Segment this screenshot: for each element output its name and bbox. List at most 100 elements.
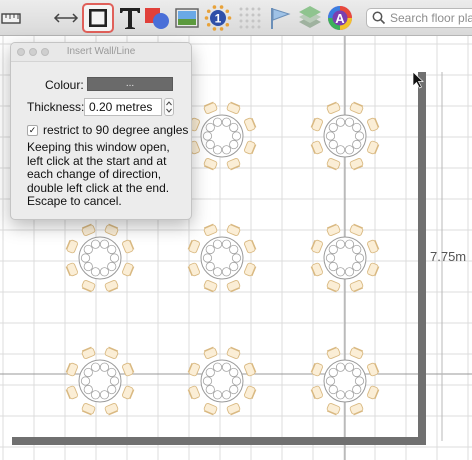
flag-button[interactable] — [266, 4, 294, 32]
place-setting — [205, 122, 215, 133]
place-setting — [221, 390, 232, 400]
toolbar: 1 A — [0, 0, 472, 36]
place-setting — [325, 253, 336, 263]
chair — [81, 403, 96, 416]
chair — [326, 403, 341, 416]
place-setting — [107, 367, 117, 378]
place-setting — [212, 117, 223, 127]
colour-wheel-button[interactable]: A — [326, 4, 354, 32]
ruler-tool-icon — [1, 13, 21, 24]
chair — [187, 385, 200, 400]
chair — [244, 385, 257, 400]
layers-button[interactable] — [296, 4, 324, 32]
place-setting — [328, 261, 338, 272]
chair — [244, 117, 257, 132]
chair — [349, 280, 364, 293]
chair — [226, 346, 241, 359]
place-setting — [202, 376, 213, 386]
place-setting — [205, 384, 215, 395]
round-table — [187, 101, 257, 171]
text-tool-button[interactable] — [116, 4, 144, 32]
image-tool-button[interactable] — [173, 4, 201, 32]
colour-wheel-label: A — [335, 11, 345, 26]
place-setting — [328, 384, 338, 395]
place-setting — [205, 244, 215, 255]
ruler-tool-button[interactable] — [0, 4, 22, 32]
chair — [203, 403, 218, 416]
place-setting — [80, 253, 91, 263]
measure-arrow-button[interactable] — [52, 4, 80, 32]
chair — [349, 223, 364, 236]
table-number-button[interactable]: 1 — [204, 4, 232, 32]
place-setting — [335, 267, 346, 277]
chair — [104, 223, 119, 236]
chair — [367, 239, 380, 254]
dimension-label: 7.75m — [430, 249, 467, 264]
place-setting — [107, 261, 117, 272]
place-setting — [352, 244, 362, 255]
text-tool-icon — [120, 8, 140, 29]
search-icon — [372, 11, 386, 25]
instruction-line: Keeping this window open, — [27, 140, 170, 154]
place-setting — [83, 244, 93, 255]
place-setting — [328, 139, 338, 150]
chair — [65, 262, 78, 277]
grid-dots-button[interactable] — [236, 4, 264, 32]
place-setting — [99, 362, 110, 372]
place-setting — [80, 376, 91, 386]
round-table — [187, 223, 257, 293]
place-setting — [205, 367, 215, 378]
dialog-titlebar[interactable]: Insert Wall/Line — [11, 43, 191, 62]
chair — [367, 385, 380, 400]
restrict-angles-checkbox[interactable]: ✓ — [27, 124, 38, 136]
stepper-arrows-icon — [166, 101, 172, 113]
chair — [122, 385, 135, 400]
place-setting — [109, 253, 120, 263]
chair — [65, 239, 78, 254]
place-setting — [90, 267, 101, 277]
instruction-line: each change of direction, — [27, 167, 162, 181]
thickness-row: Thickness: — [11, 97, 193, 117]
place-setting — [221, 267, 232, 277]
place-setting — [335, 239, 346, 249]
place-setting — [354, 253, 365, 263]
flag-icon — [271, 8, 291, 29]
colour-label: Colour: — [45, 78, 84, 92]
shape-tool-button[interactable] — [143, 4, 171, 32]
place-setting — [344, 390, 355, 400]
place-setting — [205, 139, 215, 150]
place-setting — [229, 384, 239, 395]
thickness-input[interactable] — [84, 98, 162, 116]
chair — [349, 403, 364, 416]
chair — [81, 346, 96, 359]
place-setting — [354, 376, 365, 386]
thickness-stepper[interactable] — [164, 98, 174, 116]
place-setting — [335, 117, 346, 127]
place-setting — [202, 253, 213, 263]
table-number-icon: 1 — [204, 5, 232, 31]
place-setting — [352, 384, 362, 395]
round-table — [65, 223, 135, 293]
place-setting — [344, 117, 355, 127]
restrict-angles-label[interactable]: restrict to 90 degree angles — [43, 123, 188, 137]
grid-dots-icon — [239, 7, 261, 29]
place-setting — [352, 367, 362, 378]
instruction-line: Escape to cancel. — [27, 194, 122, 208]
place-setting — [328, 367, 338, 378]
chair — [122, 239, 135, 254]
place-setting — [90, 239, 101, 249]
place-setting — [212, 362, 223, 372]
colour-button[interactable]: ... — [87, 77, 173, 91]
search-input[interactable] — [387, 11, 472, 25]
place-setting — [212, 267, 223, 277]
place-setting — [352, 261, 362, 272]
search-field[interactable] — [366, 8, 472, 28]
place-setting — [344, 267, 355, 277]
place-setting — [99, 390, 110, 400]
place-setting — [212, 145, 223, 155]
chair — [187, 262, 200, 277]
chair — [226, 101, 241, 114]
instruction-line: left click at the start and at — [27, 153, 167, 168]
wall-tool-button[interactable] — [82, 3, 114, 33]
place-setting — [335, 145, 346, 155]
